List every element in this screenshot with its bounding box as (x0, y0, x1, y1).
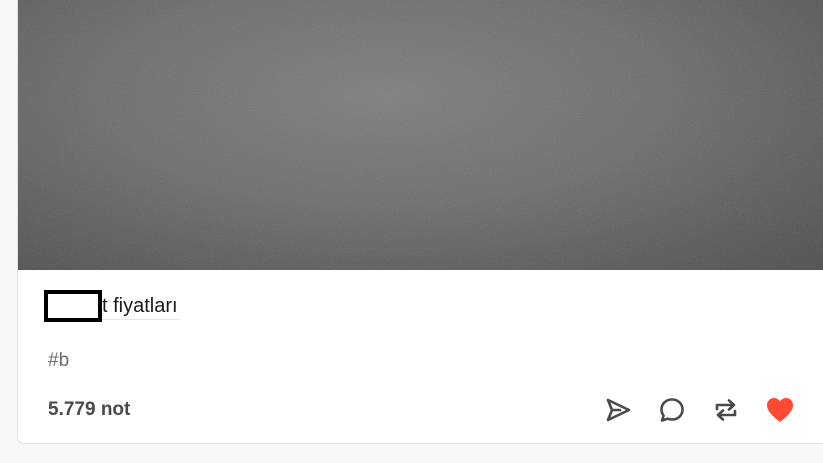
reply-button[interactable] (656, 394, 688, 426)
image-noise (18, 0, 823, 270)
reblog-button[interactable] (710, 394, 742, 426)
comment-icon (660, 398, 684, 422)
like-button[interactable] (764, 394, 796, 426)
post-title-text: t fiyatları (102, 295, 180, 320)
share-button[interactable] (602, 394, 634, 426)
post-image[interactable] (18, 0, 823, 270)
reblog-icon (715, 399, 737, 421)
redaction-box (44, 290, 102, 322)
send-icon (606, 398, 631, 422)
heart-icon (767, 398, 793, 422)
post-title: t fiyatları (44, 288, 180, 324)
post-card: t fiyatları #b 5.779 not (17, 0, 823, 444)
post-actions (602, 394, 796, 426)
post-tag[interactable]: #b (48, 350, 69, 372)
notes-count[interactable]: 5.779 not (48, 399, 130, 421)
